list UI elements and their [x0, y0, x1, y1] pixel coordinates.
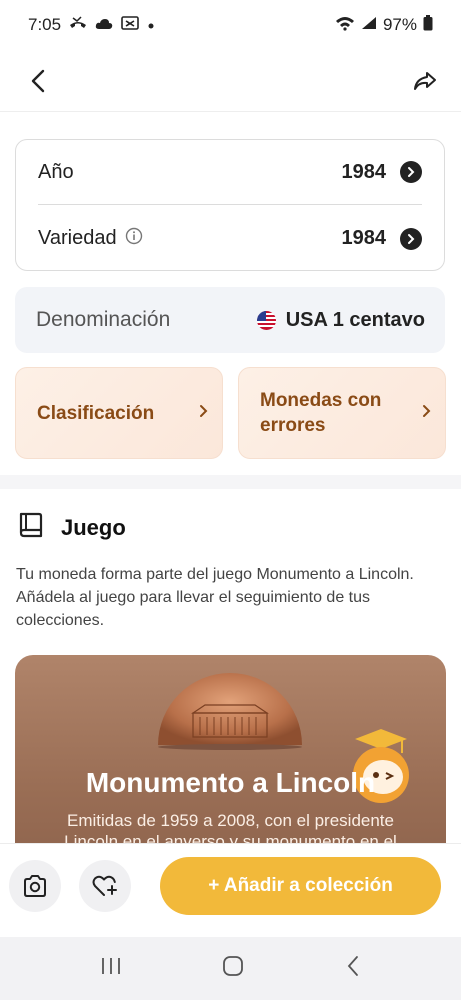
add-to-collection-button[interactable]: + Añadir a colección	[160, 857, 441, 915]
set-title: Juego	[61, 514, 126, 540]
classification-button[interactable]: Clasificación	[15, 367, 223, 459]
back-button[interactable]	[20, 63, 56, 99]
year-label: Año	[38, 160, 74, 183]
wishlist-button[interactable]	[79, 860, 131, 912]
battery-icon	[423, 14, 433, 36]
year-row[interactable]: Año 1984	[38, 140, 422, 205]
cloud-icon	[95, 15, 113, 35]
battery-text: 97%	[382, 15, 417, 34]
chevron-right-icon	[421, 404, 431, 423]
set-header: Juego	[17, 511, 126, 544]
system-nav-bar	[0, 937, 461, 1000]
error-coins-button[interactable]: Monedas con errores	[238, 367, 446, 459]
chevron-right-icon	[198, 404, 208, 423]
details-card: Año 1984 Variedad 1984	[15, 139, 445, 271]
share-button[interactable]	[407, 63, 443, 99]
signal-icon	[361, 15, 377, 35]
wifi-icon	[335, 15, 355, 36]
home-icon[interactable]	[221, 954, 245, 983]
book-icon	[17, 511, 45, 544]
us-flag-icon	[256, 310, 276, 330]
camera-button[interactable]	[9, 860, 61, 912]
variety-row[interactable]: Variedad 1984	[38, 206, 422, 271]
set-card[interactable]: Monumento a Lincoln Emitidas de 1959 a 2…	[15, 655, 446, 843]
section-divider	[0, 475, 461, 489]
share-arrow-icon	[414, 71, 436, 90]
app-bar	[0, 50, 461, 112]
content-area[interactable]: Año 1984 Variedad 1984 Denominación USA …	[0, 113, 461, 843]
set-card-title: Monumento a Lincoln	[85, 767, 376, 798]
denomination-row: Denominación USA 1 centavo	[15, 287, 445, 353]
camera-icon	[24, 875, 46, 897]
chevron-right-icon	[400, 227, 422, 250]
recent-apps-icon[interactable]	[100, 956, 122, 981]
missed-call-icon	[69, 15, 87, 35]
classification-label: Clasificación	[37, 402, 155, 424]
variety-label: Variedad	[38, 227, 117, 249]
error-coins-label: Monedas con errores	[260, 390, 382, 436]
back-nav-icon[interactable]	[345, 954, 361, 983]
cast-icon	[121, 15, 139, 35]
denomination-value: USA 1 centavo	[285, 308, 425, 331]
status-time: 7:05	[28, 15, 62, 34]
chevron-left-icon	[31, 69, 45, 92]
dot-icon	[147, 15, 155, 35]
info-icon[interactable]	[125, 227, 143, 251]
year-value: 1984	[341, 160, 387, 183]
set-description: Tu moneda forma parte del juego Monument…	[16, 566, 414, 629]
variety-value: 1984	[341, 227, 387, 249]
bottom-action-bar: + Añadir a colección	[0, 843, 461, 937]
set-card-subtitle: Emitidas de 1959 a 2008, con el presiden…	[64, 811, 397, 843]
chevron-right-icon	[400, 161, 422, 183]
status-bar: 7:05 97%	[0, 0, 461, 50]
denomination-label: Denominación	[36, 308, 171, 331]
heart-plus-icon	[92, 875, 117, 896]
